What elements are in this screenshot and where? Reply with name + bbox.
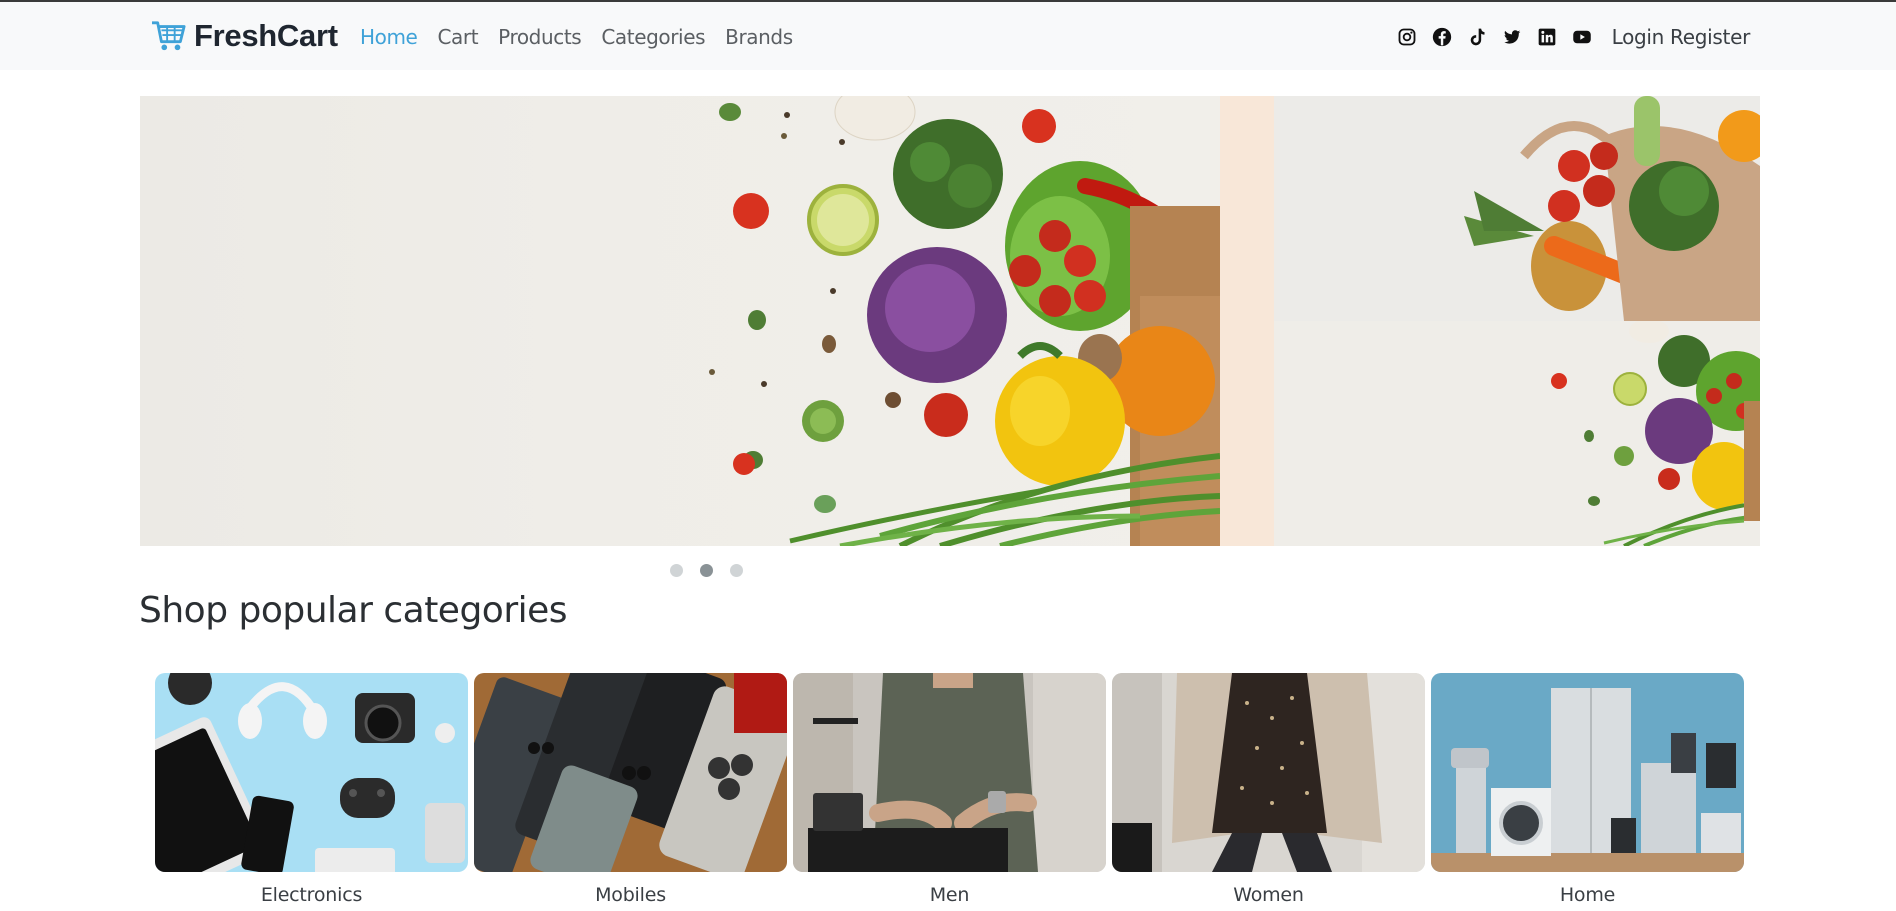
side-slide-top-image [1274, 96, 1760, 321]
twitter-icon[interactable] [1501, 26, 1523, 48]
category-image [155, 673, 468, 872]
navbar: FreshCart Home Cart Products Categories … [0, 2, 1896, 70]
category-name: Women [1233, 884, 1304, 906]
slide-gap [1220, 96, 1274, 546]
linkedin-icon[interactable] [1536, 26, 1558, 48]
main-nav: Home Cart Products Categories Brands [360, 22, 813, 52]
category-card-home[interactable]: Home [1431, 673, 1744, 906]
main-slide-image [140, 96, 1220, 546]
nav-right: Login Register [1396, 22, 1750, 52]
category-card-women[interactable]: Women [1112, 673, 1425, 906]
nav-brands[interactable]: Brands [725, 22, 793, 52]
slider-dot-2[interactable] [700, 564, 713, 577]
register-link[interactable]: Register [1670, 25, 1750, 49]
category-card-men[interactable]: Men [793, 673, 1106, 906]
hero-slider[interactable] [140, 96, 1760, 546]
nav-categories[interactable]: Categories [601, 22, 705, 52]
category-name: Mobiles [595, 884, 666, 906]
category-image [1112, 673, 1425, 872]
tiktok-icon[interactable] [1466, 26, 1488, 48]
category-card-mobiles[interactable]: Mobiles [474, 673, 787, 906]
side-slide-bottom-image [1274, 321, 1760, 546]
section-title: Shop popular categories [139, 590, 568, 631]
youtube-icon[interactable] [1571, 26, 1593, 48]
nav-cart[interactable]: Cart [437, 22, 478, 52]
cart-icon [152, 21, 186, 51]
login-link[interactable]: Login [1612, 25, 1665, 49]
brand-logo[interactable]: FreshCart [150, 16, 338, 56]
category-image [474, 673, 787, 872]
category-image [793, 673, 1106, 872]
nav-products[interactable]: Products [498, 22, 582, 52]
category-carousel: Electronics Mobiles Men Women Home [155, 673, 1750, 906]
slider-dot-3[interactable] [730, 564, 743, 577]
category-name: Electronics [260, 884, 363, 906]
category-card-electronics[interactable]: Electronics [155, 673, 468, 906]
category-image [1431, 673, 1744, 872]
slider-dots [670, 564, 760, 577]
brand-name: FreshCart [194, 18, 338, 53]
category-name: Home [1559, 884, 1616, 906]
category-name: Men [929, 884, 970, 906]
facebook-icon[interactable] [1431, 26, 1453, 48]
instagram-icon[interactable] [1396, 26, 1418, 48]
slider-dot-1[interactable] [670, 564, 683, 577]
nav-home[interactable]: Home [360, 22, 418, 52]
